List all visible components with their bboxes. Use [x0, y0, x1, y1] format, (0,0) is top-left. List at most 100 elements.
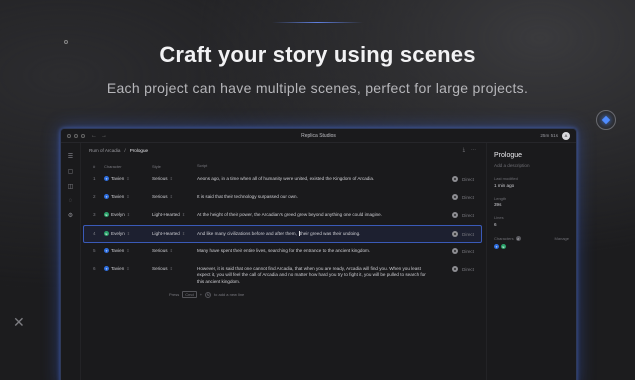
maximize-window-icon[interactable] — [81, 133, 85, 138]
last-modified-value: 1 min ago — [494, 182, 515, 188]
play-button-icon[interactable] — [452, 194, 458, 200]
usage-timer: 25m 51s — [540, 133, 558, 138]
length-label: Length — [494, 195, 507, 201]
chevron-updown-icon: ⇕ — [126, 176, 130, 181]
characters-icon[interactable]: ◫ — [68, 183, 74, 190]
window-controls — [67, 133, 85, 138]
style-name: Serious — [152, 266, 168, 271]
play-button-icon[interactable] — [452, 212, 458, 218]
script-text-after-caret: their greed was their undoing. — [299, 231, 361, 236]
style-select[interactable]: Serious ⇕ — [152, 176, 197, 181]
style-select[interactable]: Serious ⇕ — [152, 194, 197, 199]
character-select[interactable]: T Tavien ⇕ — [104, 194, 152, 199]
script-text[interactable]: Many have spent their entire lives, sear… — [197, 248, 434, 254]
character-select[interactable]: T Tavien ⇕ — [104, 266, 152, 271]
character-select[interactable]: E Evelyn ⇕ — [104, 212, 152, 217]
chevron-updown-icon: ⇕ — [169, 248, 173, 253]
line-number: 3 — [93, 212, 96, 217]
style-select[interactable]: Serious ⇕ — [152, 266, 197, 271]
direct-button[interactable]: Direct — [462, 195, 474, 200]
diamond-orb-icon — [596, 110, 616, 130]
description-field[interactable]: Add a description — [494, 163, 569, 168]
window-title: Replica Studios — [301, 133, 336, 139]
style-select[interactable]: Light-Hearted ⇕ — [152, 212, 197, 217]
table-row[interactable]: 5 T Tavien ⇕ Serious ⇕ Many have spent thei… — [81, 243, 486, 261]
character-name: Tavien — [111, 266, 125, 271]
scenes-icon[interactable]: ▢ — [68, 168, 74, 175]
script-text[interactable]: However, it is said that one cannot find… — [197, 266, 434, 285]
chevron-updown-icon: ⇕ — [126, 248, 130, 253]
table-row[interactable]: 3 E Evelyn ⇕ Light-Hearted ⇕ At the height … — [81, 207, 486, 225]
breadcrumb: Rum of Arcadia / Prologue — [81, 143, 486, 157]
chevron-updown-icon: ⇕ — [126, 231, 131, 236]
chevron-updown-icon: ⇕ — [181, 231, 186, 236]
style-name: Serious — [152, 176, 168, 181]
last-modified-label: Last modified — [494, 176, 518, 181]
line-number: 1 — [93, 176, 96, 181]
character-name: Evelyn — [111, 212, 125, 217]
lines-value: 6 — [494, 221, 497, 227]
voices-icon[interactable]: ◌ — [69, 198, 73, 204]
play-button-icon[interactable] — [452, 176, 458, 182]
script-text[interactable]: Aeons ago, in a time when all of humanit… — [197, 176, 434, 182]
hero-subline: Each project can have multiple scenes, p… — [106, 80, 529, 96]
play-button-icon[interactable] — [452, 248, 458, 254]
back-arrow-icon[interactable]: ← — [91, 133, 97, 139]
breadcrumb-separator: / — [124, 147, 126, 153]
character-name: Tavien — [111, 248, 125, 253]
minimize-window-icon[interactable] — [74, 133, 78, 138]
style-name: Serious — [152, 194, 168, 199]
hero-headline: Craft your story using scenes — [159, 42, 476, 67]
line-number: 6 — [93, 266, 96, 271]
scene-title[interactable]: Prologue — [494, 152, 569, 159]
settings-icon[interactable]: ⚙ — [68, 212, 73, 219]
direct-button[interactable]: Direct — [462, 213, 474, 218]
script-text[interactable]: At the height of their power, the Arcadi… — [197, 212, 434, 218]
chevron-updown-icon: ⇕ — [126, 194, 130, 199]
direct-button[interactable]: Direct — [462, 232, 474, 237]
play-button-icon[interactable] — [452, 231, 458, 237]
character-select[interactable]: E Evelyn ⇕ — [104, 231, 152, 236]
decorative-cross-icon: ✕ — [13, 314, 25, 330]
character-avatar: T — [104, 248, 109, 253]
character-avatar[interactable]: E — [501, 244, 506, 249]
characters-label: Characters — [494, 235, 514, 241]
manage-link[interactable]: Manage — [555, 236, 569, 241]
hint-plus: + — [199, 292, 203, 298]
download-icon[interactable]: ⤓ — [463, 147, 465, 153]
table-header: # Character Style Script — [81, 161, 486, 171]
table-row[interactable]: 2 T Tavien ⇕ Serious ⇕ It is said that thei… — [81, 189, 486, 207]
style-select[interactable]: Light-Hearted ⇕ — [152, 231, 197, 236]
line-number: 2 — [93, 194, 96, 199]
close-window-icon[interactable] — [67, 133, 71, 138]
direct-button[interactable]: Direct — [462, 267, 474, 272]
character-name: Tavien — [111, 194, 125, 199]
direct-button[interactable]: Direct — [462, 249, 474, 254]
direct-button[interactable]: Direct — [462, 177, 474, 182]
table-row[interactable]: 1 T Tavien ⇕ Serious ⇕ Aeons ago, in a time… — [81, 171, 486, 189]
character-avatar: E — [104, 231, 109, 236]
character-select[interactable]: T Tavien ⇕ — [104, 248, 152, 253]
script-text[interactable]: It is said that their technology surpass… — [197, 194, 434, 200]
hint-rest: to add a new line — [214, 292, 245, 298]
breadcrumb-current: Prologue — [129, 147, 149, 153]
breadcrumb-project[interactable]: Rum of Arcadia — [89, 148, 120, 153]
style-select[interactable]: Serious ⇕ — [152, 248, 197, 253]
user-avatar[interactable]: A — [562, 131, 570, 140]
script-text-editing[interactable]: And like many civilizations before and a… — [197, 231, 434, 237]
length-value: 39s — [494, 202, 502, 207]
script-text-before-caret: And like many civilizations before and a… — [197, 231, 297, 236]
character-avatar[interactable]: T — [494, 244, 499, 249]
cmd-key: Cmd — [182, 291, 197, 299]
play-button-icon[interactable] — [452, 266, 458, 272]
new-line-hint: Press Cmd + N to add a new line — [81, 285, 486, 299]
characters-count-badge: 2 — [515, 236, 521, 241]
table-row-selected[interactable]: 4 E Evelyn ⇕ Light-Hearted ⇕ And like many … — [83, 225, 482, 243]
forward-arrow-icon[interactable]: → — [101, 133, 107, 139]
table-row[interactable]: 6 T Tavien ⇕ Serious ⇕ However, it is said … — [81, 261, 486, 285]
scene-editor: Rum of Arcadia / Prologue ⤓ ⋯ # Characte… — [81, 143, 486, 380]
more-options-icon[interactable]: ⋯ — [471, 147, 476, 153]
menu-icon[interactable]: ☰ — [68, 153, 73, 160]
character-name: Tavien — [111, 176, 125, 181]
character-select[interactable]: T Tavien ⇕ — [104, 176, 152, 181]
